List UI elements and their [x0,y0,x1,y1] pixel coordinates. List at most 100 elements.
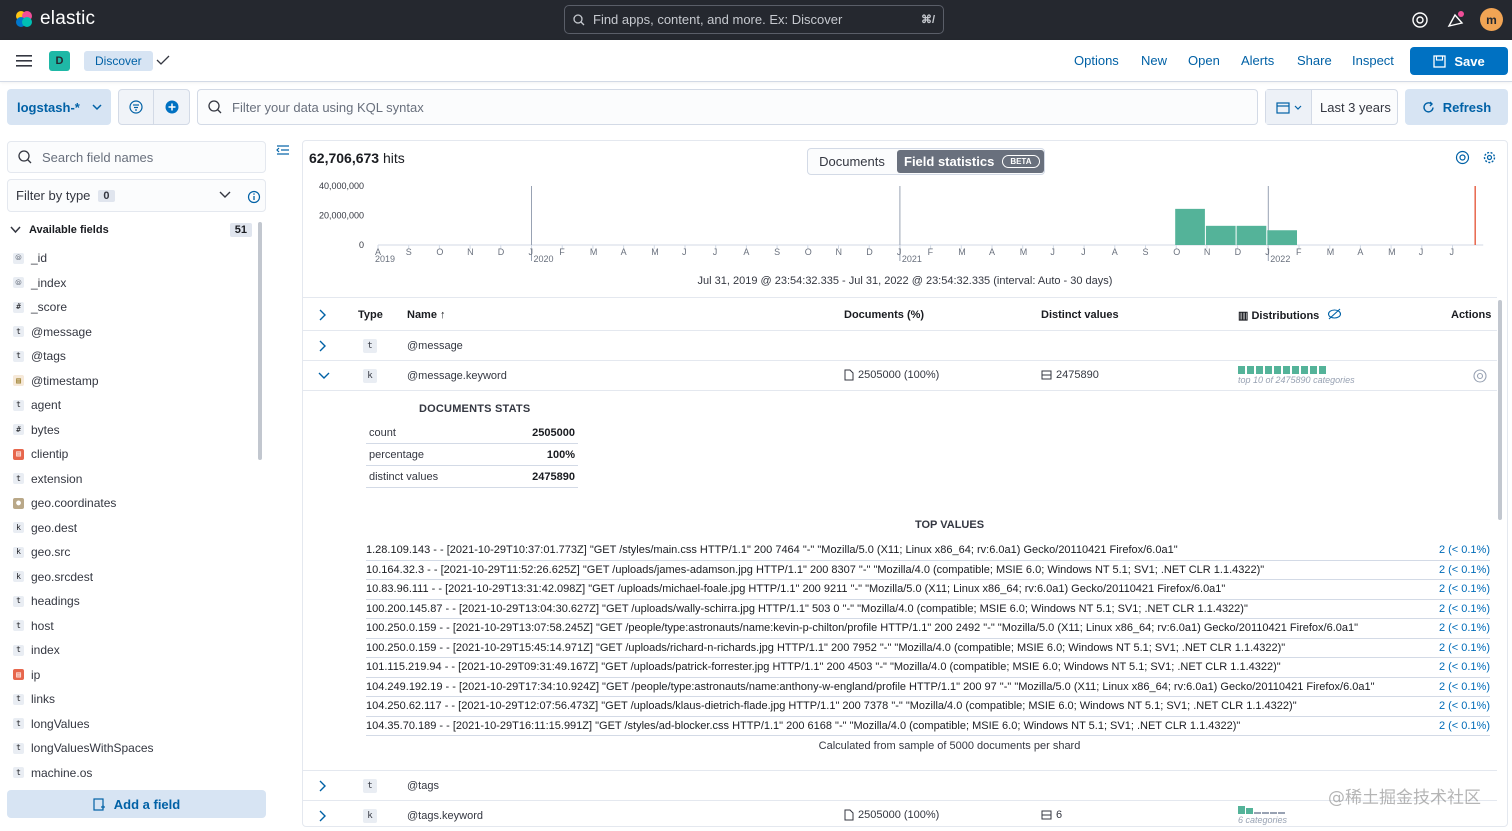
top-value-percent[interactable]: 2 (< 0.1%) [1439,544,1490,556]
sidebar-field-item[interactable]: # _score [13,295,253,320]
sidebar-field-item[interactable]: t extension [13,467,253,492]
histogram-bar[interactable] [1267,230,1297,245]
sidebar-field-item[interactable]: k geo.dest [13,516,253,541]
top-value-percent[interactable]: 2 (< 0.1%) [1439,583,1490,595]
tab-field-statistics[interactable]: Field statistics BETA [897,150,1044,173]
chevron-right-icon[interactable] [319,340,327,352]
y-tick-label: 20,000,000 [319,211,364,221]
reset-view-icon[interactable] [1455,150,1470,165]
top-value-percent[interactable]: 2 (< 0.1%) [1439,681,1490,693]
chevron-right-icon[interactable] [319,810,327,822]
sidebar-field-item[interactable]: t agent [13,393,253,418]
table-row[interactable]: k @message.keyword 2505000 (100%) 247589… [303,361,1497,391]
filter-count-badge: 0 [98,189,115,202]
user-avatar[interactable]: m [1480,8,1503,31]
field-search-input[interactable]: Search field names [7,141,266,173]
sidebar-field-item[interactable]: t @message [13,320,253,345]
options-link[interactable]: Options [1074,53,1119,68]
column-distributions[interactable]: ▥ Distributions [1238,309,1319,322]
eye-closed-icon[interactable] [1327,307,1342,321]
filter-by-type-button[interactable]: Filter by type 0 [7,179,266,212]
alerts-link[interactable]: Alerts [1241,53,1274,68]
histogram-chart[interactable]: 40,000,00020,000,00002019 2020 2021 2022A S O… [306,178,1486,270]
elastic-logo[interactable]: elastic [14,8,95,30]
save-button[interactable]: Save [1410,47,1508,75]
sidebar-field-item[interactable]: t machine.os [13,761,253,786]
x-month-tick-label: J [529,247,534,257]
sidebar-field-item[interactable]: t host [13,614,253,639]
collapse-sidebar-icon[interactable] [276,143,290,157]
refresh-button[interactable]: Refresh [1405,89,1508,125]
sidebar-field-item[interactable]: ▤ clientip [13,442,253,467]
plus-circle-icon [165,100,178,114]
sidebar-field-item[interactable]: t @tags [13,344,253,369]
top-value-text: 100.250.0.159 - - [2021-10-29T13:07:58.2… [366,622,1359,635]
sidebar-field-item[interactable]: # bytes [13,418,253,443]
top-value-percent[interactable]: 2 (< 0.1%) [1439,720,1490,732]
expand-all-icon[interactable] [319,309,327,321]
quick-menu-button[interactable] [1266,90,1312,124]
inspect-link[interactable]: Inspect [1352,53,1394,68]
tab-documents[interactable]: Documents [808,154,896,169]
breadcrumb-discover[interactable]: Discover [84,51,153,71]
saved-query-button[interactable] [119,90,155,124]
sidebar-field-item[interactable]: ⦾ _index [13,271,253,296]
sidebar-field-item[interactable]: t index [13,638,253,663]
new-link[interactable]: New [1141,53,1167,68]
sidebar-field-item[interactable]: t links [13,687,253,712]
info-icon[interactable] [247,190,261,204]
sidebar-field-item[interactable]: t headings [13,589,253,614]
sidebar-field-name: host [31,618,54,633]
main-scrollbar[interactable] [1498,300,1502,520]
column-documents[interactable]: Documents (%) [844,309,924,321]
sidebar-field-item[interactable]: t longValues [13,712,253,737]
histogram-bar[interactable] [1205,225,1236,245]
explore-data-icon[interactable] [1473,369,1487,383]
global-search-input[interactable]: Find apps, content, and more. Ex: Discov… [564,5,944,34]
available-fields-toggle[interactable]: Available fields 51 [10,221,256,239]
y-tick-label: 40,000,000 [319,181,364,191]
menu-icon[interactable] [16,53,34,69]
x-year-label: 2020 [534,254,554,264]
hits-count: 62,706,673 [309,150,380,166]
field-list: ⦾ _id ⦾ _index # _score t @message t @tags ▤ @times… [13,246,253,785]
top-value-percent[interactable]: 2 (< 0.1%) [1439,603,1490,615]
text-type-icon: t [13,350,24,362]
top-value-percent[interactable]: 2 (< 0.1%) [1439,622,1490,634]
sidebar-field-item[interactable]: ▤ ip [13,663,253,688]
histogram-bar[interactable] [1175,208,1205,245]
sidebar-field-name: links [31,692,56,707]
help-icon[interactable] [1410,10,1430,30]
share-link[interactable]: Share [1297,53,1332,68]
chevron-right-icon[interactable] [319,780,327,792]
data-view-picker[interactable]: logstash-* [7,89,111,125]
add-filter-button[interactable] [154,90,189,124]
text-type-token: t [363,779,377,793]
sidebar-scrollbar[interactable] [258,222,262,460]
top-value-percent[interactable]: 2 (< 0.1%) [1439,700,1490,712]
table-row[interactable]: t @tags [303,771,1497,801]
sidebar-field-item[interactable]: k geo.src [13,540,253,565]
add-field-button[interactable]: Add a field [7,790,266,818]
sidebar-field-item[interactable]: ● geo.coordinates [13,491,253,516]
histogram-bar[interactable] [1236,225,1267,245]
space-avatar[interactable]: D [49,51,70,71]
news-feed-icon[interactable] [1446,10,1466,30]
kql-query-input[interactable]: Filter your data using KQL syntax [197,89,1258,125]
gear-icon[interactable] [1482,150,1497,165]
chevron-down-icon[interactable] [318,372,330,380]
top-value-percent[interactable]: 2 (< 0.1%) [1439,661,1490,673]
geo-type-icon: ● [13,497,24,509]
open-link[interactable]: Open [1188,53,1220,68]
column-distinct-values[interactable]: Distinct values [1041,309,1119,321]
sidebar-field-item[interactable]: k geo.srcdest [13,565,253,590]
sidebar-field-item[interactable]: t longValuesWithSpaces [13,736,253,761]
top-value-percent[interactable]: 2 (< 0.1%) [1439,564,1490,576]
column-name[interactable]: Name ↑ [407,309,446,321]
date-picker[interactable]: Last 3 years [1265,89,1398,125]
table-row[interactable]: t @message [303,331,1497,361]
sidebar-field-item[interactable]: ⦾ _id [13,246,253,271]
column-type[interactable]: Type [358,309,383,321]
sidebar-field-item[interactable]: ▤ @timestamp [13,369,253,394]
top-value-percent[interactable]: 2 (< 0.1%) [1439,642,1490,654]
